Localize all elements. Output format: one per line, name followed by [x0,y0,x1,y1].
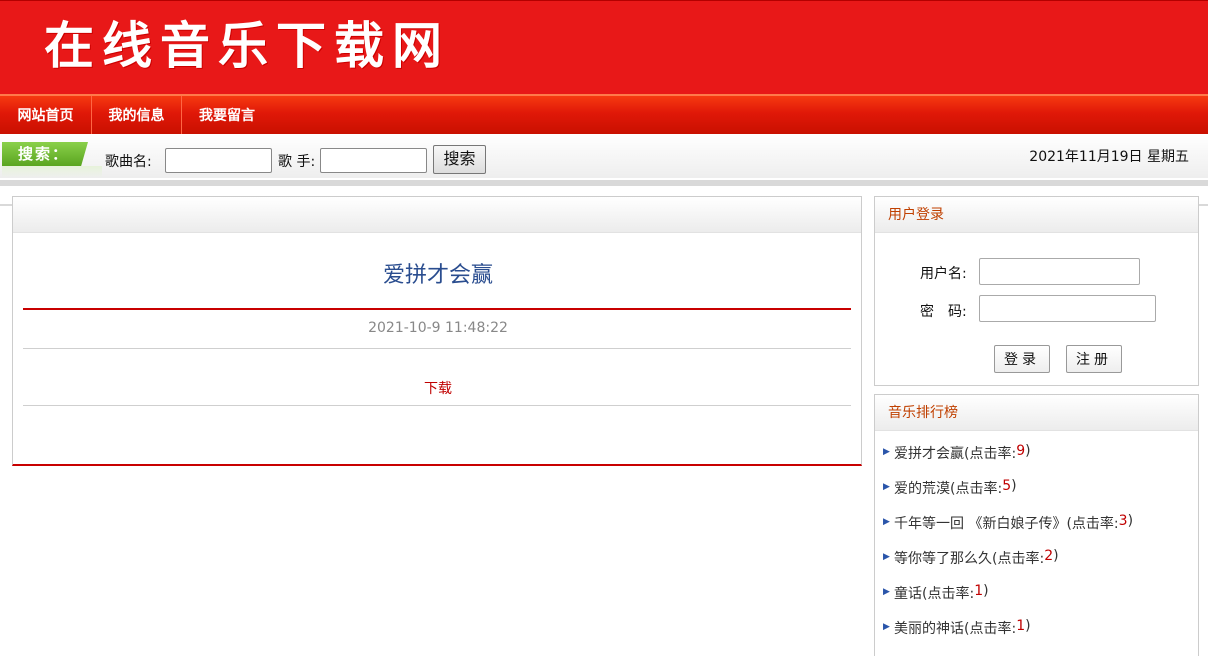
singer-label: 歌 手: [278,151,315,171]
arrow-bullet-icon: ▶ [883,443,893,461]
ranking-item[interactable]: ▶等你等了那么久(点击率: 2) [883,548,1133,583]
login-button[interactable]: 登录 [994,345,1050,373]
song-name-input[interactable] [165,148,272,173]
header-banner: 在线音乐下载网 [0,0,1208,94]
ranking-panel-title: 音乐排行榜 [875,395,1198,431]
article-box-header [13,197,861,233]
song-name[interactable]: 千年等一回 《新白娘子传》 [894,513,1066,533]
article-date: 2021-10-9 11:48:22 [13,320,863,336]
ranking-item[interactable]: ▶童话(点击率: 1) [883,583,1133,618]
click-rate-prefix: (点击率: [964,618,1016,638]
click-count: 1 [1016,618,1025,634]
singer-input[interactable] [320,148,427,173]
click-count: 5 [1002,478,1011,494]
click-rate-prefix: (点击率: [992,548,1044,568]
click-rate-suffix: ) [1011,478,1016,494]
arrow-bullet-icon: ▶ [883,583,893,601]
divider-strip [0,180,1208,186]
username-label: 用户名: [920,263,967,283]
click-count: 1 [974,583,983,599]
song-name[interactable]: 童话 [894,583,922,603]
click-count: 9 [1016,443,1025,459]
username-input[interactable] [979,258,1140,285]
title-divider [23,308,851,310]
song-name[interactable]: 等你等了那么久 [894,548,992,568]
click-rate-suffix: ) [1128,513,1133,529]
click-rate-prefix: (点击率: [964,443,1016,463]
site-logo-title: 在线音乐下载网 [44,15,450,77]
ranking-item[interactable]: ▶爱拼才会赢(点击率: 9) [883,443,1133,478]
nav-item-home[interactable]: 网站首页 [0,96,92,134]
arrow-bullet-icon: ▶ [883,548,893,566]
arrow-bullet-icon: ▶ [883,513,893,531]
password-label: 密 码: [920,301,967,321]
ranking-item[interactable]: ▶千年等一回 《新白娘子传》(点击率: 3) [883,513,1133,548]
current-date: 2021年11月19日 星期五 [1029,146,1189,166]
click-rate-suffix: ) [1025,618,1030,634]
arrow-bullet-icon: ▶ [883,618,893,636]
login-panel-title: 用户登录 [875,197,1198,233]
main-nav: 网站首页 我的信息 我要留言 [0,94,1208,134]
divider-left [0,204,12,206]
nav-item-my-info[interactable]: 我的信息 [92,96,182,134]
search-button[interactable]: 搜索 [433,145,486,174]
search-tag: 搜索： [2,142,88,166]
download-link[interactable]: 下载 [13,378,863,398]
song-name[interactable]: 美丽的神话 [894,618,964,638]
arrow-bullet-icon: ▶ [883,478,893,496]
song-name[interactable]: 爱的荒漠 [894,478,950,498]
song-name-label: 歌曲名: [105,151,152,171]
register-button[interactable]: 注册 [1066,345,1122,373]
divider-right [1199,204,1208,206]
password-input[interactable] [979,295,1156,322]
login-panel: 用户登录 用户名: 密 码: 登录 注册 [874,196,1199,386]
click-rate-prefix: (点击率: [922,583,974,603]
nav-item-leave-message[interactable]: 我要留言 [182,96,272,134]
click-rate-suffix: ) [1053,548,1058,564]
article-box: 爱拼才会赢 2021-10-9 11:48:22 下载 [12,196,862,466]
ranking-item[interactable]: ▶美丽的神话(点击率: 1) [883,618,1133,653]
click-count: 3 [1119,513,1128,529]
search-bar: 搜索： 歌曲名: 歌 手: 搜索 2021年11月19日 星期五 [0,134,1208,178]
click-count: 2 [1044,548,1053,564]
download-divider [23,405,851,406]
music-ranking-panel: 音乐排行榜 ▶爱拼才会赢(点击率: 9) ▶爱的荒漠(点击率: 5) ▶千年等一… [874,394,1199,656]
click-rate-prefix: (点击率: [950,478,1002,498]
date-divider [23,348,851,349]
ranking-list: ▶爱拼才会赢(点击率: 9) ▶爱的荒漠(点击率: 5) ▶千年等一回 《新白娘… [883,443,1133,653]
click-rate-suffix: ) [983,583,988,599]
ranking-item[interactable]: ▶爱的荒漠(点击率: 5) [883,478,1133,513]
song-name[interactable]: 爱拼才会赢 [894,443,964,463]
search-tag-shadow [2,166,102,178]
article-title: 爱拼才会赢 [13,257,863,289]
click-rate-prefix: (点击率: [1066,513,1118,533]
click-rate-suffix: ) [1025,443,1030,459]
